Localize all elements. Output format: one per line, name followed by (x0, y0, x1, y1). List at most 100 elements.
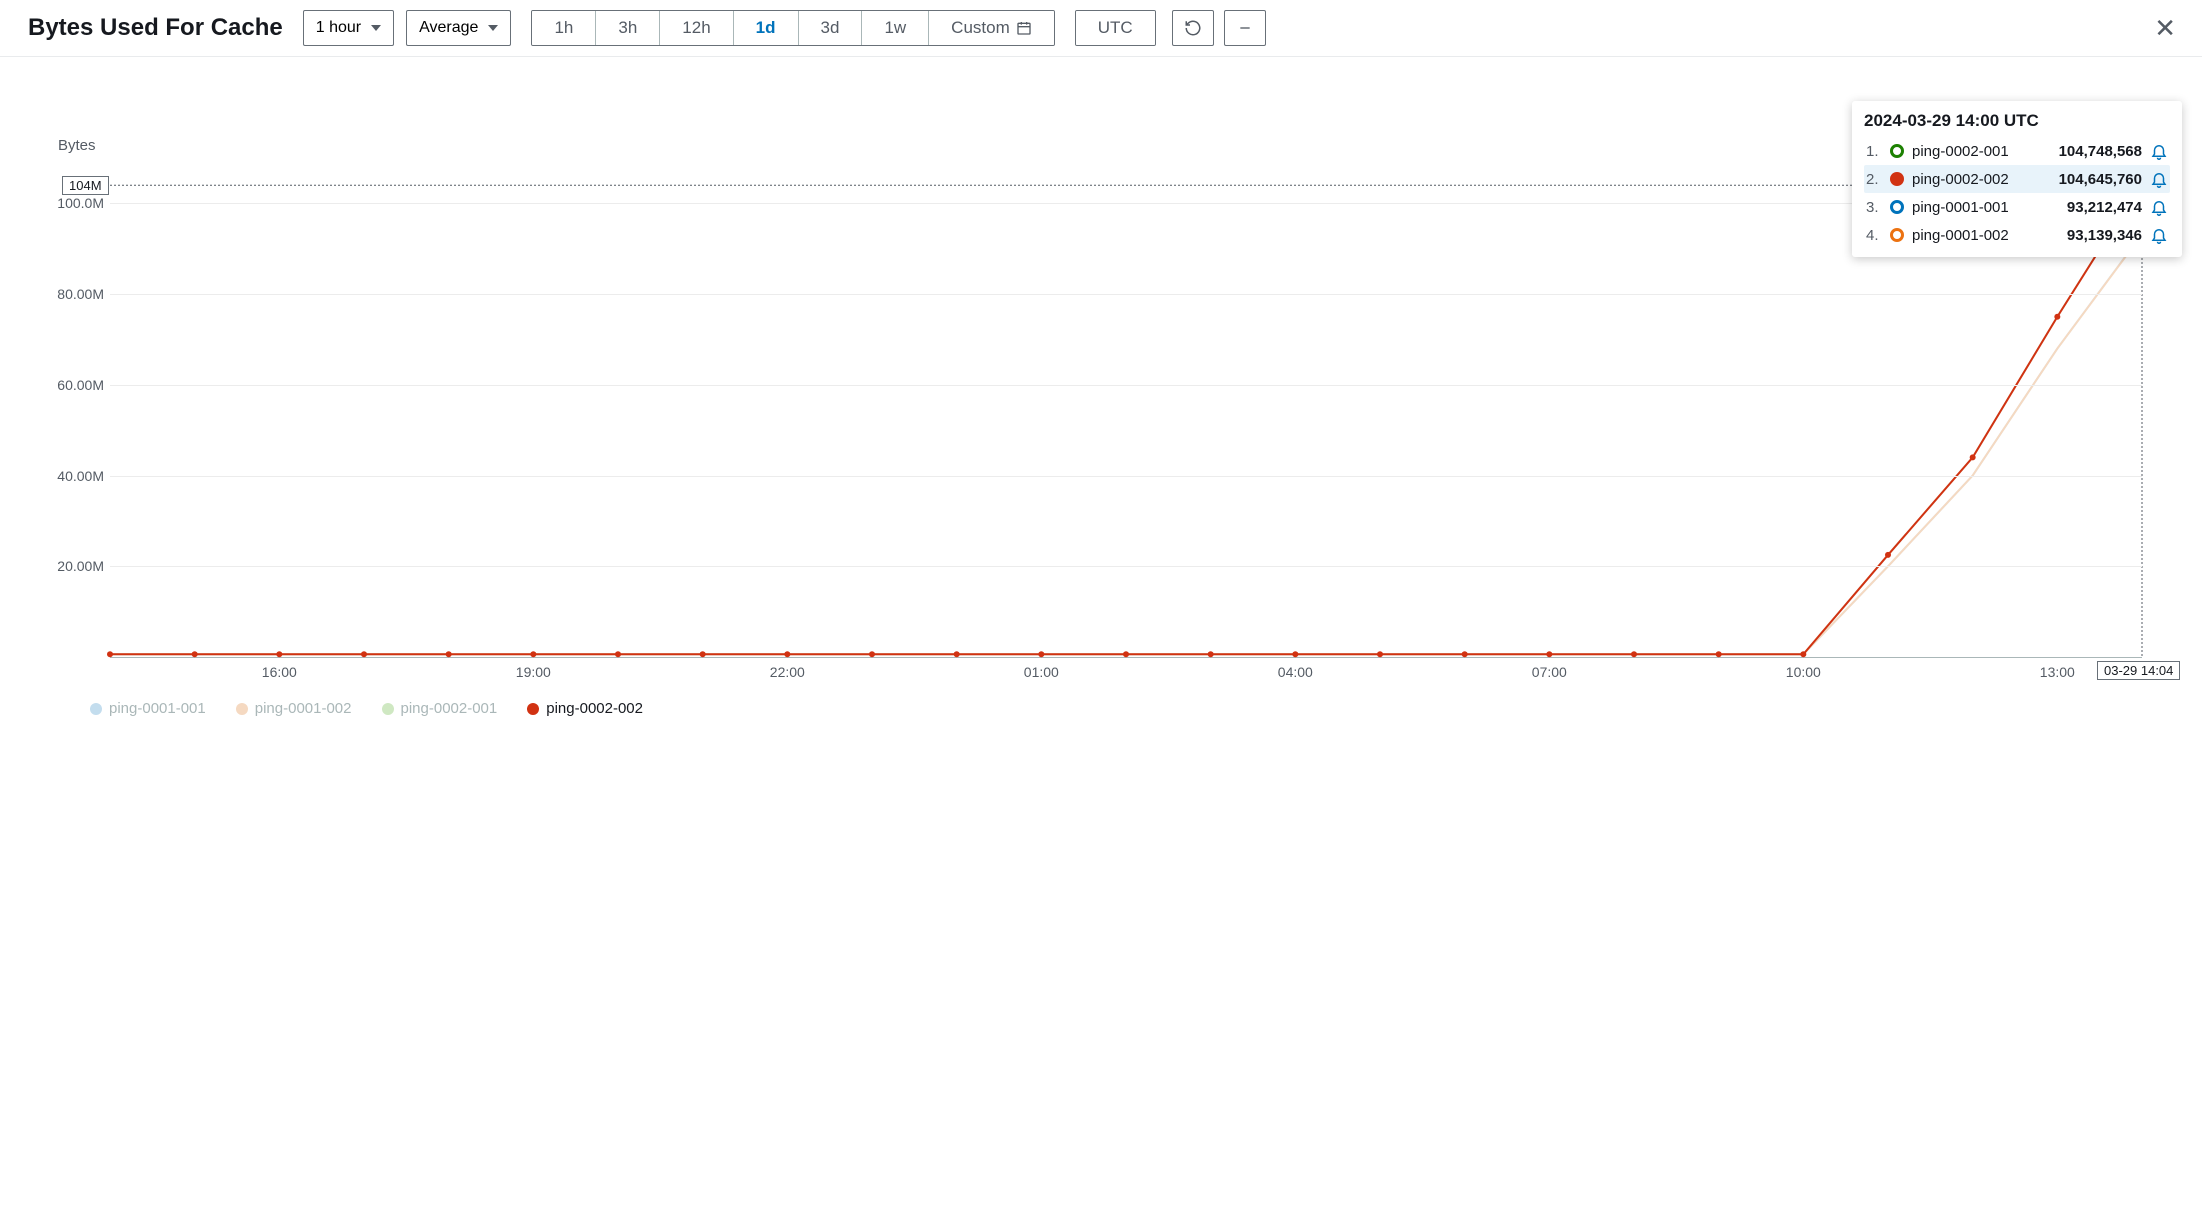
grid-line (110, 476, 2142, 477)
series-marker-ring (1890, 228, 1904, 242)
timezone-select-group: UTC (1075, 10, 1156, 46)
data-point (784, 651, 790, 657)
legend-item[interactable]: ping-0002-001 (382, 700, 498, 717)
x-tick-label: 13:00 (2040, 664, 2075, 680)
period-select-label: 1 hour (316, 19, 361, 37)
data-point (615, 651, 621, 657)
data-point (954, 651, 960, 657)
refresh-button[interactable] (1172, 10, 1214, 46)
grid-line (110, 566, 2142, 567)
legend-item[interactable]: ping-0001-001 (90, 700, 206, 717)
y-tick-label: 80.00M (32, 286, 104, 302)
range-custom[interactable]: Custom (929, 11, 1054, 45)
hover-y-badge-label: 104M (69, 178, 102, 193)
range-3h[interactable]: 3h (596, 11, 660, 45)
data-point (1208, 651, 1214, 657)
range-12h[interactable]: 12h (660, 11, 733, 45)
range-1h[interactable]: 1h (532, 11, 596, 45)
tooltip-value: 104,645,760 (2059, 171, 2142, 188)
bell-icon[interactable] (2150, 226, 2168, 244)
tooltip-series-name: ping-0001-001 (1912, 199, 2009, 216)
tooltip-index: 4. (1866, 227, 1882, 244)
y-tick-label: 60.00M (32, 377, 104, 393)
caret-down-icon (488, 25, 498, 31)
hover-x-badge-label: 03-29 14:04 (2104, 663, 2173, 678)
plot-svg (110, 158, 2142, 657)
tooltip-value: 93,212,474 (2067, 199, 2142, 216)
time-range-group: 1h3h12h1d3d1w Custom (531, 10, 1054, 46)
data-point (2054, 314, 2060, 320)
series-marker-ring (1890, 200, 1904, 214)
legend-label: ping-0002-001 (401, 700, 498, 717)
data-point (107, 651, 113, 657)
tooltip-row: 3. ping-0001-001 93,212,474 (1864, 193, 2170, 221)
x-axis-ticks: 16:0019:0022:0001:0004:0007:0010:0013:00 (110, 658, 2142, 686)
data-point (1631, 651, 1637, 657)
x-tick-label: 16:00 (262, 664, 297, 680)
data-point (1292, 651, 1298, 657)
data-point (1377, 651, 1383, 657)
series-line (110, 182, 2142, 654)
legend-item[interactable]: ping-0002-002 (527, 700, 643, 717)
close-button[interactable]: ✕ (2148, 13, 2182, 44)
series-marker-dot (1890, 172, 1904, 186)
range-3d[interactable]: 3d (799, 11, 863, 45)
series-line (110, 234, 2142, 654)
page-title: Bytes Used For Cache (28, 14, 283, 42)
plot-area[interactable]: 20.00M40.00M60.00M80.00M100.0M (110, 158, 2142, 658)
caret-down-icon (371, 25, 381, 31)
statistic-select[interactable]: Average (406, 10, 511, 46)
data-point (1800, 651, 1806, 657)
x-tick-label: 19:00 (516, 664, 551, 680)
range-1d[interactable]: 1d (734, 11, 799, 45)
refresh-icon (1184, 19, 1202, 37)
hover-x-badge: 03-29 14:04 (2097, 661, 2180, 680)
series-line (110, 182, 2142, 654)
tooltip-index: 3. (1866, 199, 1882, 216)
calendar-icon (1016, 20, 1032, 36)
x-tick-label: 04:00 (1278, 664, 1313, 680)
tooltip-row: 2.ping-0002-002104,645,760 (1864, 165, 2170, 193)
legend: ping-0001-001 ping-0001-002 ping-0002-001 p… (90, 700, 2172, 717)
chart-container: Bytes 20.00M40.00M60.00M80.00M100.0M 16:… (0, 57, 2202, 737)
timezone-label: UTC (1098, 18, 1133, 38)
legend-label: ping-0001-002 (255, 700, 352, 717)
data-point (700, 651, 706, 657)
tooltip-row: 1.ping-0002-001104,748,568 (1864, 137, 2170, 165)
series-line (110, 234, 2142, 654)
period-select[interactable]: 1 hour (303, 10, 394, 46)
minus-icon (1237, 20, 1253, 36)
range-1w[interactable]: 1w (862, 11, 929, 45)
timezone-select[interactable]: UTC (1076, 11, 1155, 45)
data-point (1716, 651, 1722, 657)
legend-swatch (527, 703, 539, 715)
bell-icon[interactable] (2150, 142, 2168, 160)
tooltip-index: 1. (1866, 143, 1882, 160)
bell-icon[interactable] (2150, 198, 2168, 216)
data-point (276, 651, 282, 657)
tooltip-series-name: ping-0001-002 (1912, 227, 2009, 244)
data-point (1885, 552, 1891, 558)
data-point (1462, 651, 1468, 657)
grid-line (110, 203, 2142, 204)
hover-y-badge: 104M (62, 176, 109, 195)
more-actions-button[interactable] (1224, 10, 1266, 46)
tooltip-value: 93,139,346 (2067, 227, 2142, 244)
data-point (1546, 651, 1552, 657)
legend-swatch (382, 703, 394, 715)
legend-item[interactable]: ping-0001-002 (236, 700, 352, 717)
x-tick-label: 01:00 (1024, 664, 1059, 680)
toolbar-actions (1172, 10, 1266, 46)
legend-swatch (236, 703, 248, 715)
series-marker-ring (1890, 144, 1904, 158)
custom-label: Custom (951, 18, 1010, 38)
tooltip-title: 2024-03-29 14:00 UTC (1864, 111, 2170, 131)
data-point (1123, 651, 1129, 657)
tooltip-index: 2. (1866, 171, 1882, 188)
x-tick-label: 22:00 (770, 664, 805, 680)
legend-label: ping-0002-002 (546, 700, 643, 717)
x-tick-label: 10:00 (1786, 664, 1821, 680)
y-tick-label: 40.00M (32, 468, 104, 484)
tooltip-series-name: ping-0002-001 (1912, 143, 2009, 160)
bell-icon[interactable] (2150, 170, 2168, 188)
